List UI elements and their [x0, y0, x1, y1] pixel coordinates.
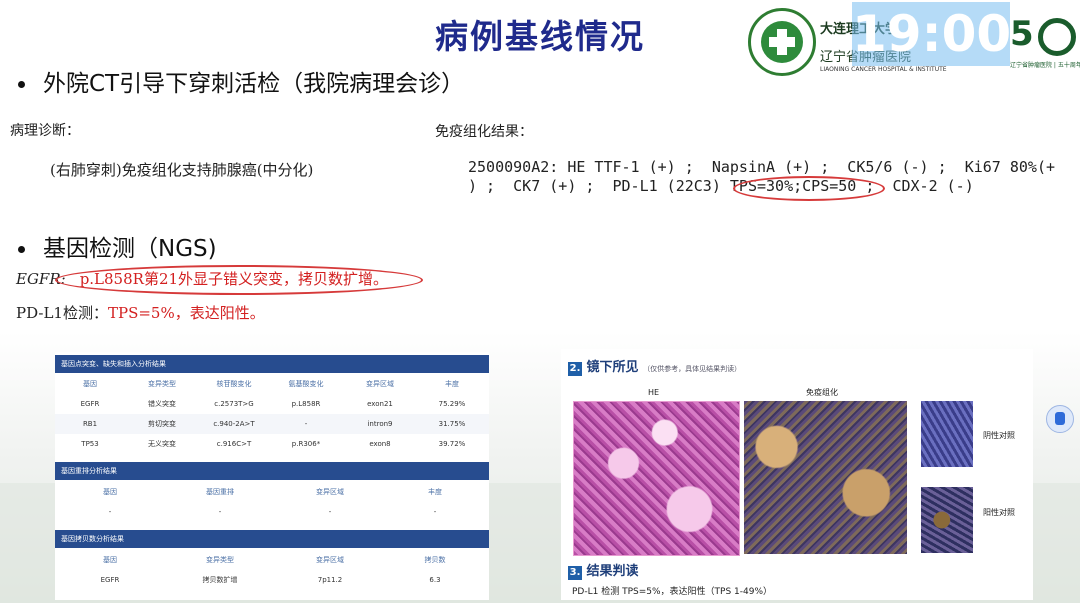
ngs-report-table: 基因点突变、缺失和插入分析结果 基因 变异类型 核苷酸变化 氨基酸变化 变异区域… — [55, 352, 489, 600]
table-header-row: 基因 变异类型 核苷酸变化 氨基酸变化 变异区域 丰度 — [83, 380, 459, 388]
floating-assistant-button[interactable] — [1046, 405, 1074, 433]
ihc-label: 免疫组化结果： — [435, 124, 533, 140]
timer-overlay: 19:00 — [852, 2, 1011, 66]
table-header-row: 基因 基因重排 变异区域 丰度 — [103, 488, 442, 496]
negative-control-label: 阴性对照 — [983, 431, 1015, 440]
ihc-image-label: 免疫组化 — [806, 388, 838, 397]
section-header-cnv: 基因拷贝数分析结果 — [55, 530, 489, 548]
pathology-diagnosis: (右肺穿刺)免疫组化支持肺腺癌(中分化) — [50, 161, 314, 179]
pdl1-ngs-result: TPS=5%，表达阳性。 — [107, 304, 265, 322]
hospital-logo-icon — [748, 8, 816, 76]
annotation-oval-ihc — [733, 176, 885, 201]
he-label: HE — [648, 388, 660, 397]
result-interpretation: PD-L1 检测 TPS=5%，表达阳性（TPS 1-49%） — [572, 587, 773, 597]
assistant-icon — [1055, 412, 1065, 425]
table-row: EGFR 拷贝数扩增 7p11.2 6.3 — [100, 576, 441, 584]
he-stain-image — [573, 401, 740, 556]
table-row: - - - - — [108, 508, 437, 516]
bullet-ngs: 基因检测（NGS) — [18, 229, 217, 263]
table-row: EGFR 错义突变 c.2573T>G p.L858R exon21 75.29… — [80, 400, 466, 408]
bullet-biopsy: 外院CT引导下穿刺活检（我院病理会诊） — [18, 64, 464, 98]
pdl1-ngs-line: PD-L1检测：TPS=5%，表达阳性。 — [16, 302, 265, 323]
section-3-header: 3. 结果判读 — [568, 564, 639, 580]
section-header-mutation: 基因点突变、缺失和插入分析结果 — [55, 355, 489, 373]
negative-control-image — [921, 401, 973, 467]
positive-control-label: 阳性对照 — [983, 508, 1015, 517]
section-2-header: 2. 镜下所见 （仅供参考，具体见结果判读） — [568, 360, 742, 376]
anniversary-logo-icon: 5 辽宁省肿瘤医院 | 五十周年庆 — [1010, 14, 1080, 69]
bullet-dot-icon — [18, 81, 25, 88]
section-header-rearrangement: 基因重排分析结果 — [55, 462, 489, 480]
pdl1-ngs-label: PD-L1检测： — [16, 304, 108, 322]
table-header-row: 基因 变异类型 变异区域 拷贝数 — [103, 556, 446, 564]
ihc-result-line2: ) ; CK7 (+) ; PD-L1 (22C3) TPS=30%;CPS=5… — [468, 177, 974, 195]
ihc-stain-image — [744, 401, 907, 554]
pathology-label: 病理诊断： — [10, 123, 80, 139]
table-row: RB1 剪切突变 c.940-2A>T - intron9 31.75% — [55, 414, 489, 434]
annotation-oval-egfr — [55, 265, 423, 295]
table-row: TP53 无义突变 c.916C>T p.R306* exon8 39.72% — [81, 440, 466, 448]
bullet-dot-icon — [18, 246, 25, 253]
ihc-result-line1: 2500090A2: HE TTF-1 (+) ; NapsinA (+) ; … — [468, 158, 1055, 176]
positive-control-image — [921, 487, 973, 553]
